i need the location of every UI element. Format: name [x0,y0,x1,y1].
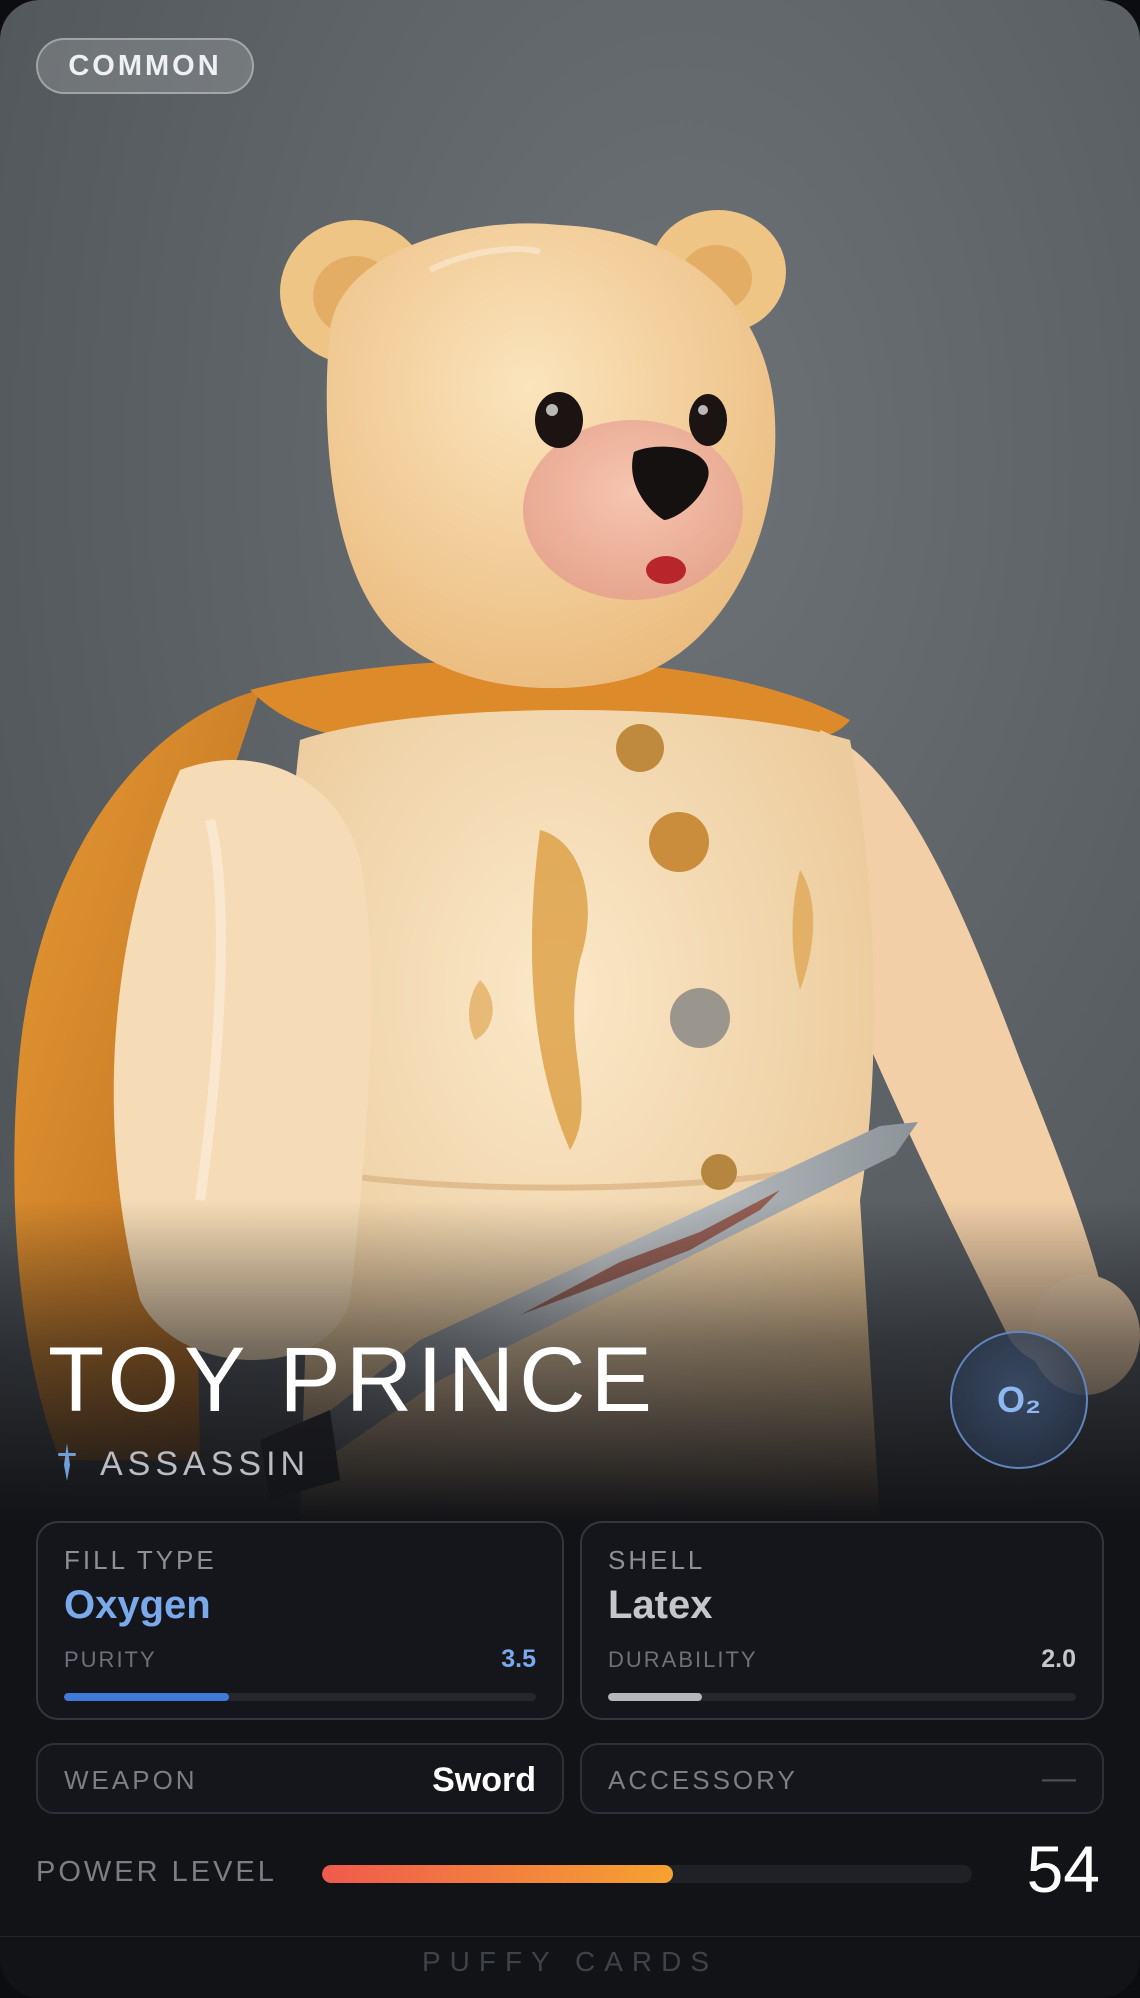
purity-bar [64,1693,536,1701]
durability-bar-fill [608,1693,702,1701]
shell-label: SHELL [608,1545,706,1575]
durability-bar [608,1693,1076,1701]
durability-value: 2.0 [1041,1645,1076,1673]
footer-brand: PUFFY CARDS [421,1946,719,1977]
purity-label: PURITY [64,1647,157,1672]
accessory-slot[interactable]: ACCESSORY — [580,1743,1104,1814]
element-badge[interactable]: O₂ [950,1331,1088,1469]
fill-type-panel: FILL TYPE Oxygen PURITY 3.5 [36,1521,564,1720]
character-artwork [0,0,1140,1520]
weapon-label: WEAPON [64,1765,198,1795]
footer-divider [0,1936,1140,1937]
purity-bar-fill [64,1693,230,1701]
shell-value: Latex [608,1583,713,1627]
power-level-label: POWER LEVEL [36,1856,277,1888]
durability-label: DURABILITY [608,1647,758,1672]
power-level-value: 54 [1026,1832,1100,1906]
card-title: TOY PRINCE [48,1329,657,1431]
weapon-value: Sword [432,1761,536,1799]
fill-type-label: FILL TYPE [64,1545,217,1575]
dagger-icon [56,1442,78,1486]
power-level-bar-fill [322,1865,673,1883]
character-card[interactable]: COMMON TOY PRINCE ASSASSIN O₂ FILL TYPE … [0,0,1140,1998]
rarity-badge: COMMON [36,38,254,94]
power-level-bar [322,1865,972,1883]
class-label: ASSASSIN [100,1444,311,1483]
accessory-value: — [1042,1759,1076,1797]
purity-value: 3.5 [501,1645,536,1673]
shell-panel: SHELL Latex DURABILITY 2.0 [580,1521,1104,1720]
accessory-label: ACCESSORY [608,1765,798,1795]
class-row: ASSASSIN [56,1442,310,1486]
weapon-slot[interactable]: WEAPON Sword [36,1743,564,1814]
fill-type-value: Oxygen [64,1583,211,1627]
